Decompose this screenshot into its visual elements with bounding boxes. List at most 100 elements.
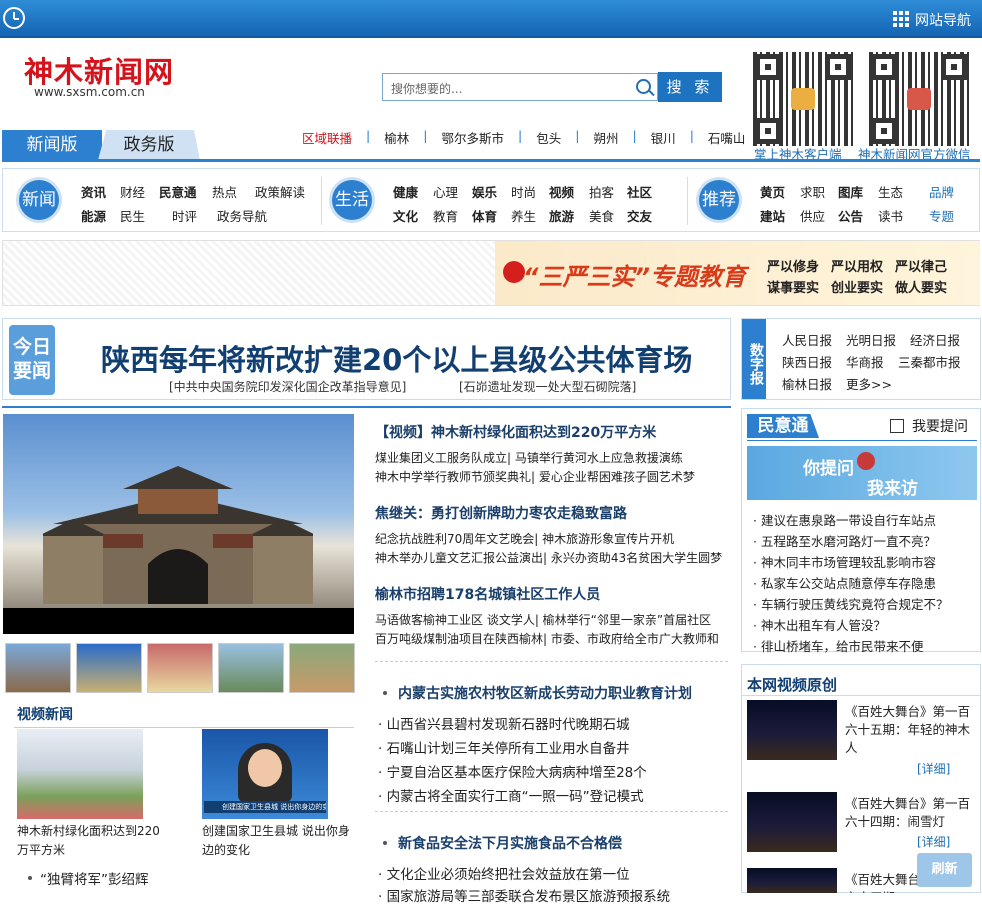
- news-title[interactable]: 榆林市招聘178名城镇社区工作人员: [375, 584, 600, 604]
- video-thumbnail[interactable]: [747, 700, 837, 760]
- video-title[interactable]: 《百姓大舞台》第一百六十五期：年轻的神木人: [845, 703, 970, 757]
- minyi-banner[interactable]: 你提问 我来访: [747, 446, 977, 500]
- nav-link[interactable]: 时尚: [511, 182, 536, 201]
- nav-link[interactable]: 民生: [120, 206, 145, 225]
- nav-link[interactable]: 政策解读: [255, 182, 305, 201]
- region-item[interactable]: 鄂尔多斯市: [441, 128, 504, 147]
- minyi-item[interactable]: · 建议在惠泉路一带设自行车站点: [753, 510, 936, 529]
- nav-recommend-circle[interactable]: 推荐: [699, 180, 739, 220]
- news-title[interactable]: 焦继关：勇打创新牌助力枣农走稳致富路: [375, 503, 627, 523]
- list-item[interactable]: · 国家旅游局等三部委联合发布景区旅游预报系统: [378, 885, 670, 905]
- list-item[interactable]: · 内蒙古将全面实行工商“一照一码”登记模式: [378, 785, 644, 805]
- video-thumbnail[interactable]: [747, 868, 837, 893]
- grid-icon[interactable]: [893, 11, 909, 27]
- nav-link[interactable]: 教育: [433, 206, 458, 225]
- minyi-item[interactable]: · 神木出租车有人管没？: [753, 615, 886, 634]
- newspaper-link[interactable]: 光明日报: [846, 330, 896, 349]
- detail-link[interactable]: [详细]: [917, 760, 950, 777]
- minyi-item[interactable]: · 私家车公交站点随意停车存隐患: [753, 573, 936, 592]
- list-item[interactable]: · 山西省兴县碧村发现新石器时代晚期石城: [378, 713, 630, 733]
- nav-link[interactable]: 心理: [433, 182, 458, 201]
- video-caption[interactable]: 创建国家卫生县城 说出你身边的变化: [202, 822, 352, 860]
- top-headline[interactable]: 陕西每年将新改扩建20个以上县级公共体育场: [101, 337, 692, 379]
- region-item[interactable]: 石嘴山: [708, 128, 746, 147]
- nav-link[interactable]: 视频: [549, 182, 574, 201]
- news-line[interactable]: 马语做客榆神工业区 谈文学人| 榆林举行“邻里一家亲”首届社区: [375, 611, 711, 628]
- nav-link[interactable]: 拍客: [589, 182, 614, 201]
- nav-link[interactable]: 民意通: [159, 182, 197, 201]
- list-item[interactable]: · 石嘴山计划三年关停所有工业用水自备井: [378, 737, 630, 757]
- region-linked[interactable]: 区域联播: [302, 128, 352, 147]
- nav-link[interactable]: 黄页: [760, 182, 785, 201]
- nav-link[interactable]: 能源: [81, 206, 106, 225]
- list-item[interactable]: · 文化企业必须始终把社会效益放在第一位: [378, 863, 630, 883]
- refresh-button[interactable]: 刷新: [917, 853, 972, 887]
- nav-link[interactable]: 图库: [838, 182, 863, 201]
- nav-link[interactable]: 财经: [120, 182, 145, 201]
- minyi-item[interactable]: · 神木同丰市场管理较乱影响市容: [753, 552, 936, 571]
- video-title[interactable]: 《百姓大舞台》第一百六十四期：闹雪灯: [845, 795, 970, 831]
- nav-link[interactable]: 文化: [393, 206, 418, 225]
- region-item[interactable]: 银川: [651, 128, 676, 147]
- news-line[interactable]: 煤业集团义工服务队成立| 马镇举行黄河水上应急救援演练: [375, 449, 683, 466]
- sub-headline[interactable]: [石峁遗址发现一处大型石砌院落]: [459, 378, 636, 395]
- feature-photo[interactable]: [3, 414, 354, 634]
- nav-link[interactable]: 供应: [800, 206, 825, 225]
- newspaper-link[interactable]: 华商报: [846, 352, 884, 371]
- newspaper-link[interactable]: 榆林日报: [782, 374, 832, 393]
- detail-link[interactable]: [详细]: [917, 833, 950, 850]
- photo-thumbnail[interactable]: [218, 643, 284, 693]
- nav-link[interactable]: 旅游: [549, 206, 574, 225]
- minyi-item[interactable]: · 车辆行驶压黄线究竟符合规定不？: [753, 594, 948, 613]
- list-title[interactable]: 内蒙古实施农村牧区新成长劳动力职业教育计划: [398, 683, 692, 703]
- nav-link[interactable]: 健康: [393, 182, 418, 201]
- clock-icon[interactable]: [3, 7, 25, 29]
- newspaper-more-link[interactable]: 更多>>: [846, 374, 892, 393]
- nav-link[interactable]: 体育: [472, 206, 497, 225]
- nav-link[interactable]: 时评: [172, 206, 197, 225]
- nav-link[interactable]: 政务导航: [217, 206, 267, 225]
- video-thumbnail[interactable]: [17, 729, 143, 819]
- minyi-item[interactable]: · 五程路至水磨河路灯一直不亮？: [753, 531, 936, 550]
- nav-news-circle[interactable]: 新闻: [19, 180, 59, 220]
- nav-link[interactable]: 热点: [212, 182, 237, 201]
- nav-link[interactable]: 建站: [760, 206, 785, 225]
- search-button[interactable]: 搜 索: [658, 72, 722, 102]
- newspaper-link[interactable]: 三秦都市报: [898, 352, 961, 371]
- newspaper-link[interactable]: 陕西日报: [782, 352, 832, 371]
- nav-link[interactable]: 美食: [589, 206, 614, 225]
- region-item[interactable]: 榆林: [384, 128, 409, 147]
- photo-thumbnail[interactable]: [147, 643, 213, 693]
- photo-thumbnail[interactable]: [289, 643, 355, 693]
- nav-link[interactable]: 公告: [838, 206, 863, 225]
- tab-news-edition[interactable]: 新闻版: [2, 130, 102, 160]
- nav-link[interactable]: 社区: [627, 182, 652, 201]
- news-line[interactable]: 神木中学举行教师节颁奖典礼| 爱心企业帮困难孩子圆艺术梦: [375, 468, 695, 485]
- nav-link[interactable]: 品牌: [929, 182, 954, 201]
- list-title[interactable]: 新食品安全法下月实施食品不合格偿: [398, 833, 622, 853]
- nav-link[interactable]: 读书: [878, 206, 903, 225]
- tab-gov-edition[interactable]: 政务版: [98, 130, 200, 160]
- list-item[interactable]: · 宁夏自治区基本医疗保险大病病种增至28个: [378, 761, 647, 781]
- news-line[interactable]: 神木举办儿童文艺汇报公益演出| 永兴办资助43名贫困大学生圆梦: [375, 549, 722, 566]
- pencil-icon[interactable]: [890, 419, 904, 433]
- video-thumbnail[interactable]: [747, 792, 837, 852]
- three-stricts-banner[interactable]: “三严三实”专题教育 严以修身 严以用权 严以律己 谋事要实 创业要实 做人要实: [495, 241, 980, 305]
- nav-link[interactable]: 生态: [878, 182, 903, 201]
- ask-question-link[interactable]: 我要提问: [912, 416, 968, 436]
- nav-link[interactable]: 养生: [511, 206, 536, 225]
- video-bottom-link[interactable]: “独臂将军”彭绍辉: [40, 868, 149, 888]
- nav-link[interactable]: 求职: [800, 182, 825, 201]
- search-input[interactable]: 搜你想要的...: [382, 73, 658, 101]
- newspaper-link[interactable]: 人民日报: [782, 330, 832, 349]
- video-caption[interactable]: 神木新村绿化面积达到220万平方米: [17, 822, 167, 860]
- nav-link[interactable]: 专题: [929, 206, 954, 225]
- nav-link[interactable]: 娱乐: [472, 182, 497, 201]
- news-line[interactable]: 纪念抗战胜利70周年文艺晚会| 神木旅游形象宣传片开机: [375, 530, 674, 547]
- photo-thumbnail[interactable]: [76, 643, 142, 693]
- video-thumbnail[interactable]: 创建国家卫生县城 说出你身边的变化: [202, 729, 328, 819]
- minyi-tab[interactable]: 民意通: [747, 414, 819, 438]
- promo-banner[interactable]: “三严三实”专题教育 严以修身 严以用权 严以律己 谋事要实 创业要实 做人要实: [2, 240, 980, 306]
- nav-link[interactable]: 资讯: [81, 182, 106, 201]
- news-line[interactable]: 百万吨级煤制油项目在陕西榆林| 市委、市政府给全市广大教师和: [375, 630, 719, 647]
